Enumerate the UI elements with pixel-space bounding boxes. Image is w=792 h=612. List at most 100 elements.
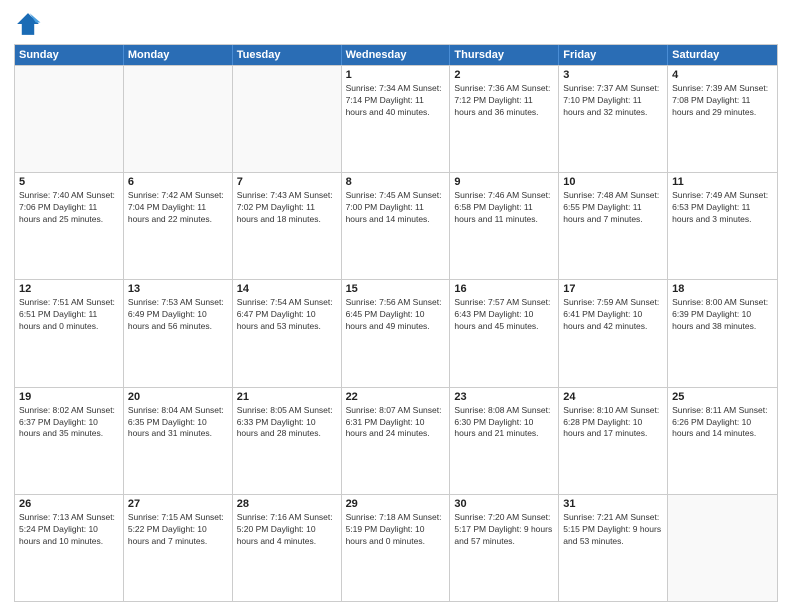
- day-cell-6: 6 Sunrise: 7:42 AM Sunset: 7:04 PM Daylig…: [124, 173, 233, 279]
- day-number: 18: [672, 283, 773, 295]
- day-number: 31: [563, 498, 663, 510]
- day-number: 17: [563, 283, 663, 295]
- day-number: 23: [454, 391, 554, 403]
- day-number: 15: [346, 283, 446, 295]
- day-info: Sunrise: 7:39 AM Sunset: 7:08 PM Dayligh…: [672, 83, 773, 119]
- day-number: 2: [454, 69, 554, 81]
- day-cell-15: 15 Sunrise: 7:56 AM Sunset: 6:45 PM Dayli…: [342, 280, 451, 386]
- day-number: 30: [454, 498, 554, 510]
- day-cell-31: 31 Sunrise: 7:21 AM Sunset: 5:15 PM Dayli…: [559, 495, 668, 601]
- day-info: Sunrise: 7:18 AM Sunset: 5:19 PM Dayligh…: [346, 512, 446, 548]
- day-cell-22: 22 Sunrise: 8:07 AM Sunset: 6:31 PM Dayli…: [342, 388, 451, 494]
- day-number: 10: [563, 176, 663, 188]
- day-number: 19: [19, 391, 119, 403]
- day-number: 11: [672, 176, 773, 188]
- day-number: 13: [128, 283, 228, 295]
- day-number: 24: [563, 391, 663, 403]
- day-info: Sunrise: 8:07 AM Sunset: 6:31 PM Dayligh…: [346, 405, 446, 441]
- day-cell-13: 13 Sunrise: 7:53 AM Sunset: 6:49 PM Dayli…: [124, 280, 233, 386]
- calendar: SundayMondayTuesdayWednesdayThursdayFrid…: [14, 44, 778, 602]
- calendar-header: SundayMondayTuesdayWednesdayThursdayFrid…: [15, 45, 777, 65]
- day-info: Sunrise: 7:36 AM Sunset: 7:12 PM Dayligh…: [454, 83, 554, 119]
- day-cell-12: 12 Sunrise: 7:51 AM Sunset: 6:51 PM Dayli…: [15, 280, 124, 386]
- day-info: Sunrise: 7:13 AM Sunset: 5:24 PM Dayligh…: [19, 512, 119, 548]
- day-cell-29: 29 Sunrise: 7:18 AM Sunset: 5:19 PM Dayli…: [342, 495, 451, 601]
- calendar-week-4: 19 Sunrise: 8:02 AM Sunset: 6:37 PM Dayli…: [15, 387, 777, 494]
- day-number: 12: [19, 283, 119, 295]
- day-cell-14: 14 Sunrise: 7:54 AM Sunset: 6:47 PM Dayli…: [233, 280, 342, 386]
- day-cell-26: 26 Sunrise: 7:13 AM Sunset: 5:24 PM Dayli…: [15, 495, 124, 601]
- calendar-week-2: 5Sunrise: 7:40 AM Sunset: 7:06 PM Daylig…: [15, 172, 777, 279]
- day-cell-10: 10 Sunrise: 7:48 AM Sunset: 6:55 PM Dayli…: [559, 173, 668, 279]
- day-info: Sunrise: 7:16 AM Sunset: 5:20 PM Dayligh…: [237, 512, 337, 548]
- calendar-week-3: 12 Sunrise: 7:51 AM Sunset: 6:51 PM Dayli…: [15, 279, 777, 386]
- day-number: 4: [672, 69, 773, 81]
- calendar-week-5: 26 Sunrise: 7:13 AM Sunset: 5:24 PM Dayli…: [15, 494, 777, 601]
- day-info: Sunrise: 7:45 AM Sunset: 7:00 PM Dayligh…: [346, 190, 446, 226]
- logo-icon: [14, 10, 42, 38]
- day-cell-4: 4 Sunrise: 7:39 AM Sunset: 7:08 PM Daylig…: [668, 66, 777, 172]
- day-info: Sunrise: 8:11 AM Sunset: 6:26 PM Dayligh…: [672, 405, 773, 441]
- day-number: 22: [346, 391, 446, 403]
- day-cell-24: 24 Sunrise: 8:10 AM Sunset: 6:28 PM Dayli…: [559, 388, 668, 494]
- day-cell-21: 21 Sunrise: 8:05 AM Sunset: 6:33 PM Dayli…: [233, 388, 342, 494]
- weekday-header-thursday: Thursday: [450, 45, 559, 65]
- weekday-header-saturday: Saturday: [668, 45, 777, 65]
- header: [14, 10, 778, 38]
- day-number: 20: [128, 391, 228, 403]
- day-info: Sunrise: 7:51 AM Sunset: 6:51 PM Dayligh…: [19, 297, 119, 333]
- day-number: 27: [128, 498, 228, 510]
- day-info: Sunrise: 7:43 AM Sunset: 7:02 PM Dayligh…: [237, 190, 337, 226]
- day-info: Sunrise: 7:20 AM Sunset: 5:17 PM Dayligh…: [454, 512, 554, 548]
- calendar-week-1: 1Sunrise: 7:34 AM Sunset: 7:14 PM Daylig…: [15, 65, 777, 172]
- empty-cell: [233, 66, 342, 172]
- day-info: Sunrise: 7:56 AM Sunset: 6:45 PM Dayligh…: [346, 297, 446, 333]
- weekday-header-tuesday: Tuesday: [233, 45, 342, 65]
- day-info: Sunrise: 8:08 AM Sunset: 6:30 PM Dayligh…: [454, 405, 554, 441]
- day-number: 7: [237, 176, 337, 188]
- day-info: Sunrise: 7:54 AM Sunset: 6:47 PM Dayligh…: [237, 297, 337, 333]
- day-info: Sunrise: 7:37 AM Sunset: 7:10 PM Dayligh…: [563, 83, 663, 119]
- empty-cell: [124, 66, 233, 172]
- day-cell-19: 19 Sunrise: 8:02 AM Sunset: 6:37 PM Dayli…: [15, 388, 124, 494]
- day-cell-1: 1Sunrise: 7:34 AM Sunset: 7:14 PM Daylig…: [342, 66, 451, 172]
- day-cell-2: 2 Sunrise: 7:36 AM Sunset: 7:12 PM Daylig…: [450, 66, 559, 172]
- day-cell-30: 30 Sunrise: 7:20 AM Sunset: 5:17 PM Dayli…: [450, 495, 559, 601]
- day-info: Sunrise: 7:49 AM Sunset: 6:53 PM Dayligh…: [672, 190, 773, 226]
- day-cell-8: 8 Sunrise: 7:45 AM Sunset: 7:00 PM Daylig…: [342, 173, 451, 279]
- day-info: Sunrise: 7:57 AM Sunset: 6:43 PM Dayligh…: [454, 297, 554, 333]
- weekday-header-sunday: Sunday: [15, 45, 124, 65]
- day-info: Sunrise: 7:42 AM Sunset: 7:04 PM Dayligh…: [128, 190, 228, 226]
- empty-cell: [668, 495, 777, 601]
- day-info: Sunrise: 7:59 AM Sunset: 6:41 PM Dayligh…: [563, 297, 663, 333]
- day-info: Sunrise: 8:05 AM Sunset: 6:33 PM Dayligh…: [237, 405, 337, 441]
- day-number: 14: [237, 283, 337, 295]
- day-number: 5: [19, 176, 119, 188]
- day-info: Sunrise: 8:10 AM Sunset: 6:28 PM Dayligh…: [563, 405, 663, 441]
- day-cell-25: 25 Sunrise: 8:11 AM Sunset: 6:26 PM Dayli…: [668, 388, 777, 494]
- page: SundayMondayTuesdayWednesdayThursdayFrid…: [0, 0, 792, 612]
- day-number: 29: [346, 498, 446, 510]
- day-number: 21: [237, 391, 337, 403]
- day-number: 25: [672, 391, 773, 403]
- day-number: 26: [19, 498, 119, 510]
- day-info: Sunrise: 7:48 AM Sunset: 6:55 PM Dayligh…: [563, 190, 663, 226]
- day-number: 6: [128, 176, 228, 188]
- day-number: 16: [454, 283, 554, 295]
- day-number: 8: [346, 176, 446, 188]
- day-info: Sunrise: 7:46 AM Sunset: 6:58 PM Dayligh…: [454, 190, 554, 226]
- calendar-body: 1Sunrise: 7:34 AM Sunset: 7:14 PM Daylig…: [15, 65, 777, 601]
- weekday-header-friday: Friday: [559, 45, 668, 65]
- logo: [14, 10, 46, 38]
- day-info: Sunrise: 7:21 AM Sunset: 5:15 PM Dayligh…: [563, 512, 663, 548]
- day-info: Sunrise: 8:00 AM Sunset: 6:39 PM Dayligh…: [672, 297, 773, 333]
- day-cell-20: 20 Sunrise: 8:04 AM Sunset: 6:35 PM Dayli…: [124, 388, 233, 494]
- day-info: Sunrise: 8:02 AM Sunset: 6:37 PM Dayligh…: [19, 405, 119, 441]
- day-cell-18: 18 Sunrise: 8:00 AM Sunset: 6:39 PM Dayli…: [668, 280, 777, 386]
- day-cell-16: 16 Sunrise: 7:57 AM Sunset: 6:43 PM Dayli…: [450, 280, 559, 386]
- day-info: Sunrise: 7:53 AM Sunset: 6:49 PM Dayligh…: [128, 297, 228, 333]
- day-cell-5: 5Sunrise: 7:40 AM Sunset: 7:06 PM Daylig…: [15, 173, 124, 279]
- day-info: Sunrise: 8:04 AM Sunset: 6:35 PM Dayligh…: [128, 405, 228, 441]
- weekday-header-monday: Monday: [124, 45, 233, 65]
- day-cell-17: 17 Sunrise: 7:59 AM Sunset: 6:41 PM Dayli…: [559, 280, 668, 386]
